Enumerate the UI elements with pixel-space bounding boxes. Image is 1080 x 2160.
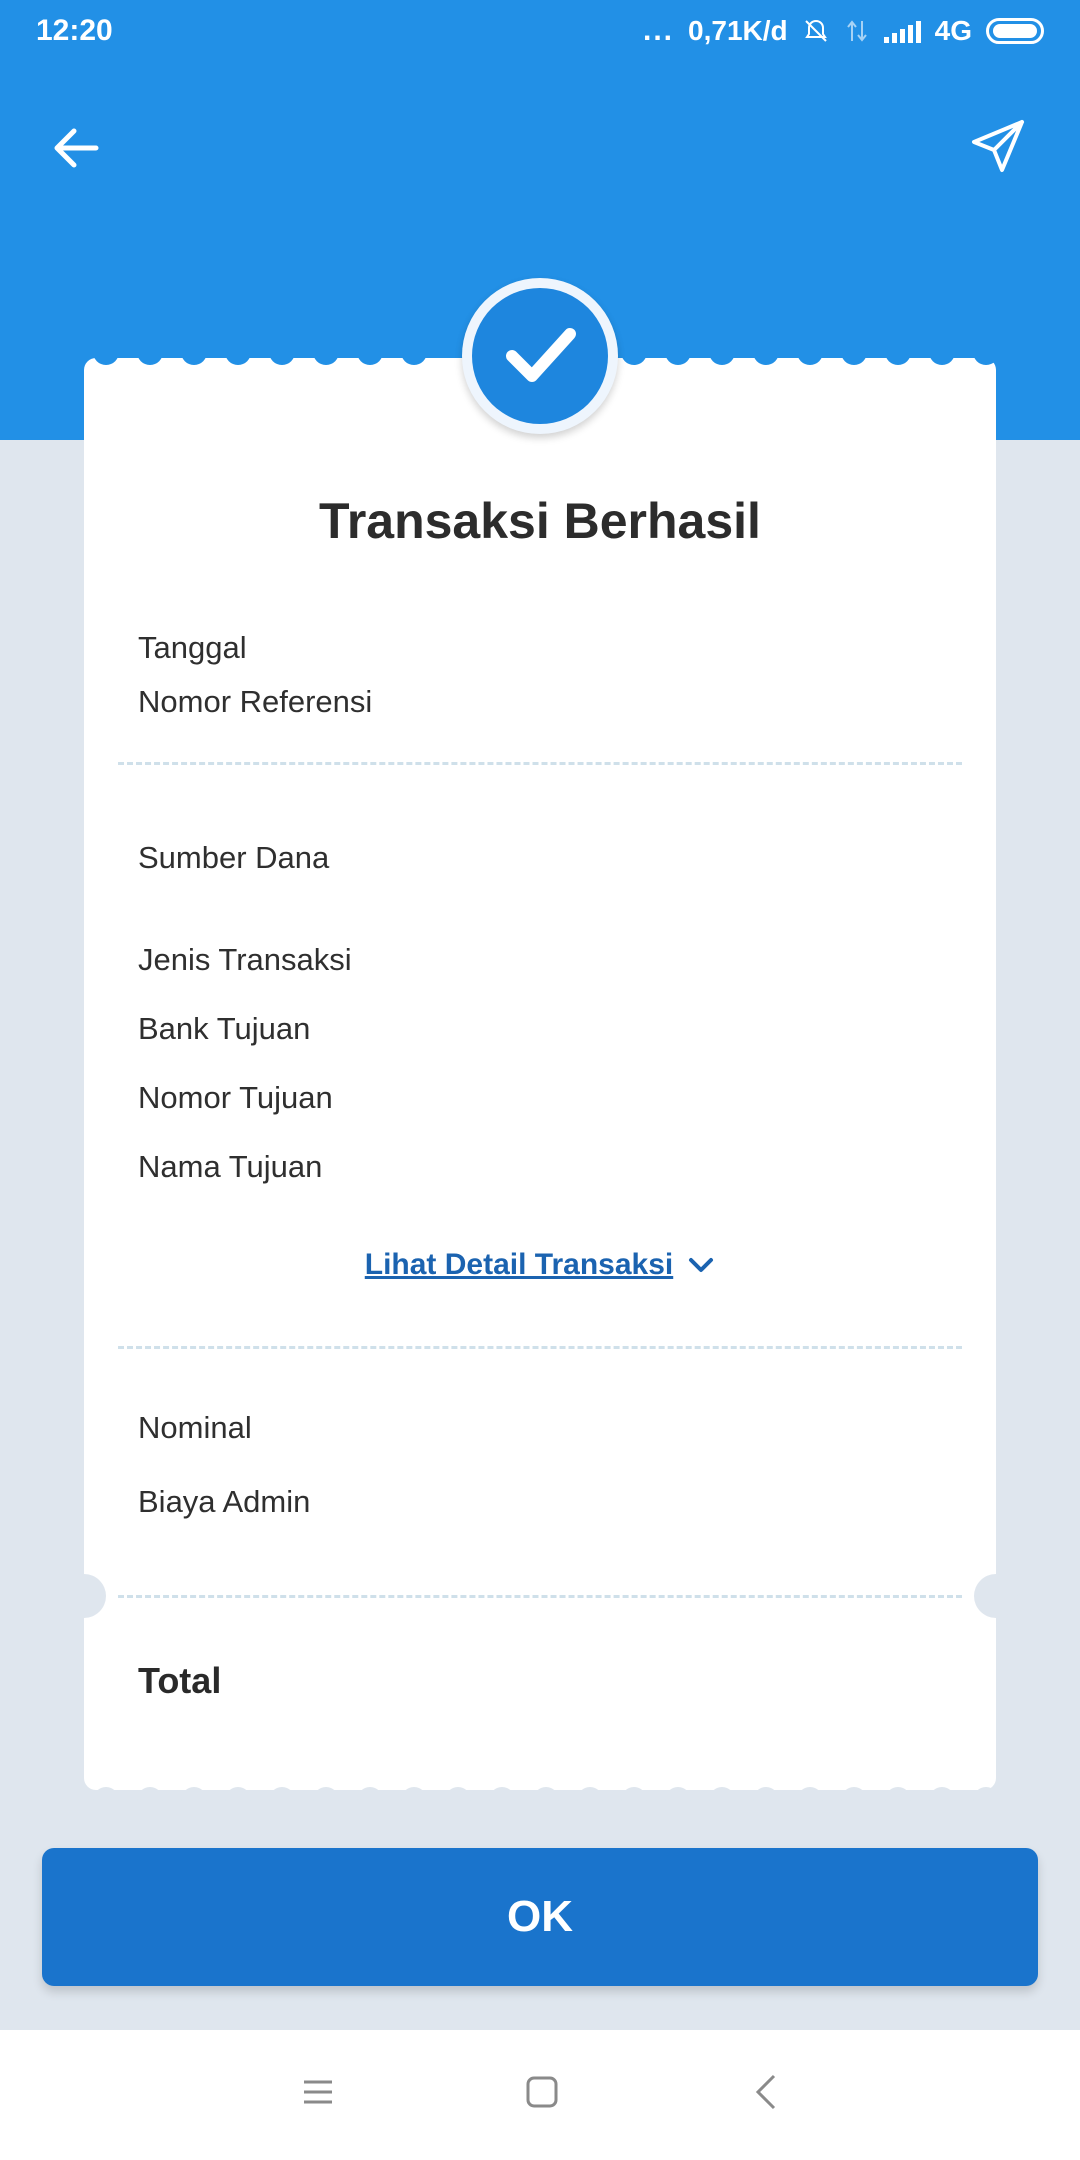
detail-link-label[interactable]: Lihat Detail Transaksi (365, 1248, 673, 1282)
chevron-down-icon[interactable] (687, 1255, 715, 1275)
send-icon[interactable] (966, 114, 1030, 178)
label-nomor-tujuan: Nomor Tujuan (138, 1080, 333, 1115)
ok-button[interactable]: OK (42, 1848, 1038, 1986)
arrow-left-icon[interactable] (46, 118, 106, 178)
app-bar (0, 100, 1080, 190)
data-transfer-icon (846, 20, 867, 42)
status-icons: ... 0,71K/d 4G (643, 14, 1044, 48)
label-jenis-transaksi: Jenis Transaksi (138, 942, 352, 977)
bell-muted-icon (804, 19, 827, 42)
receipt-notch-right (974, 1574, 1018, 1618)
label-total: Total (138, 1660, 222, 1701)
label-bank-tujuan: Bank Tujuan (138, 1011, 311, 1046)
signal-icon (883, 19, 921, 43)
divider (118, 1595, 962, 1598)
network-speed: 0,71K/d (688, 15, 788, 46)
network-type: 4G (934, 15, 972, 46)
checkmark-icon (506, 328, 576, 382)
back-icon[interactable] (752, 2072, 780, 2112)
receipt-scallop-bottom (93, 1787, 996, 1804)
detail-transaction-link[interactable]: Lihat Detail Transaksi (84, 1248, 996, 1282)
status-time: 12:20 (36, 14, 113, 47)
label-biaya-admin: Biaya Admin (138, 1484, 311, 1519)
label-sumber-dana: Sumber Dana (138, 840, 330, 875)
divider (118, 762, 962, 765)
menu-icon[interactable] (300, 2074, 336, 2110)
success-badge (462, 278, 618, 434)
label-tanggal: Tanggal (138, 630, 247, 665)
label-nama-tujuan: Nama Tujuan (138, 1149, 323, 1184)
battery-icon (986, 18, 1044, 44)
receipt-notch-left (62, 1574, 106, 1618)
page-title: Transaksi Berhasil (319, 493, 761, 549)
home-icon[interactable] (524, 2074, 560, 2110)
status-bar: 12:20 ... 0,71K/d 4G (0, 0, 1080, 68)
system-nav-bar (0, 2030, 1080, 2160)
notification-dots: ... (643, 14, 675, 47)
label-nomor-referensi: Nomor Referensi (138, 684, 373, 719)
receipt-card (84, 358, 996, 1790)
label-nominal: Nominal (138, 1410, 252, 1445)
divider (118, 1346, 962, 1349)
